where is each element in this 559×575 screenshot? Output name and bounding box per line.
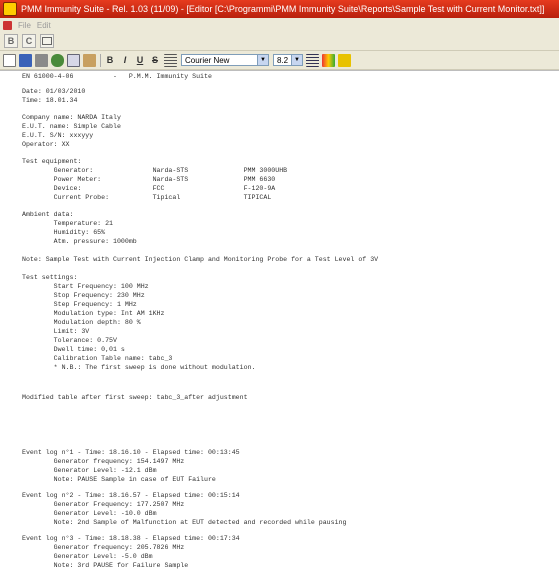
toolbar-separator — [100, 53, 101, 67]
strike-button[interactable]: S — [149, 54, 161, 67]
doc-line: Test equipment: — [22, 158, 82, 165]
save-icon[interactable] — [19, 53, 32, 67]
menu-bar: File Edit — [0, 18, 559, 32]
document-icon[interactable] — [3, 20, 12, 30]
doc-line: Humidity: 65% — [22, 229, 106, 236]
doc-line: Date: 01/03/2010 — [22, 88, 86, 95]
doc-line: Test settings: — [22, 274, 78, 281]
toolbar-window-button[interactable] — [40, 34, 54, 48]
doc-line: Event log n°2 - Time: 18.16.57 - Elapsed… — [22, 492, 240, 499]
toolbar-top: B C — [0, 32, 559, 51]
doc-line: Calibration Table name: tabc_3 — [22, 355, 173, 362]
list-icon[interactable] — [306, 53, 319, 67]
doc-line: Step Frequency: 1 MHz — [22, 301, 137, 308]
paste-icon[interactable] — [83, 53, 96, 67]
size-select-value: 8.2 — [277, 55, 289, 65]
doc-line: Modulation type: Int AM 1KHz — [22, 310, 165, 317]
title-bar: PMM Immunity Suite - Rel. 1.03 (11/09) -… — [0, 0, 559, 18]
doc-line: Note: Sample Test with Current Injection… — [22, 256, 379, 263]
toolbar-b-button[interactable]: B — [4, 34, 18, 48]
doc-line: Generator Frequency: 177.2507 MHz — [22, 501, 185, 508]
align-icon[interactable] — [164, 53, 177, 67]
doc-line: Atm. pressure: 1000mb — [22, 238, 137, 245]
window-title: PMM Immunity Suite - Rel. 1.03 (11/09) -… — [21, 4, 545, 14]
doc-line: Tolerance: 0.75V — [22, 337, 117, 344]
doc-line: Modulation depth: 80 % — [22, 319, 141, 326]
font-select[interactable]: Courier New ▼ — [181, 54, 269, 66]
doc-line: Limit: 3V — [22, 328, 90, 335]
doc-line: Device: FCC F-120-9A — [22, 185, 276, 192]
doc-line: Company name: NARDA Italy — [22, 114, 121, 121]
doc-line: Event log n°1 - Time: 18.16.10 - Elapsed… — [22, 449, 240, 456]
doc-line: Generator Level: -12.1 dBm — [22, 467, 157, 474]
doc-line: Note: 2nd Sample of Malfunction at EUT d… — [22, 519, 347, 526]
undo-icon[interactable] — [51, 53, 64, 67]
doc-line: * N.B.: The first sweep is done without … — [22, 364, 256, 371]
font-select-value: Courier New — [185, 55, 230, 65]
window-icon — [42, 37, 52, 45]
doc-line: Time: 18.01.34 — [22, 97, 78, 104]
doc-line: Event log n°3 - Time: 18.18.38 - Elapsed… — [22, 535, 240, 542]
doc-line: Generator Level: -5.0 dBm — [22, 553, 153, 560]
document-area[interactable]: EN 61000-4-06 - P.M.M. Immunity Suite Da… — [0, 70, 559, 575]
doc-line: Start Frequency: 100 MHz — [22, 283, 149, 290]
doc-line: Generator Level: -10.0 dBm — [22, 510, 157, 517]
doc-line: E.U.T. S/N: xxxyyy — [22, 132, 94, 139]
menu-file[interactable]: File — [18, 21, 31, 30]
doc-line: Generator frequency: 205.7826 MHz — [22, 544, 185, 551]
copy-icon[interactable] — [67, 53, 80, 67]
toolbar-c-button[interactable]: C — [22, 34, 36, 48]
italic-button[interactable]: I — [119, 54, 131, 67]
doc-line: Current Probe: Tipical TIPICAL — [22, 194, 272, 201]
doc-line: Dwell time: 0,01 s — [22, 346, 125, 353]
doc-line: Generator: Narda-STS PMM 3000UHB — [22, 167, 288, 174]
doc-line: Note: 3rd PAUSE for Failure Sample — [22, 562, 189, 569]
doc-line: Generator frequency: 154.1497 MHz — [22, 458, 185, 465]
doc-line: Power Meter: Narda-STS PMM 6630 — [22, 176, 276, 183]
doc-line: Ambient data: — [22, 211, 74, 218]
doc-line: Operator: XX — [22, 141, 70, 148]
doc-line: Temperature: 21 — [22, 220, 114, 227]
doc-line: E.U.T. name: Simple Cable — [22, 123, 121, 130]
bold-button[interactable]: B — [104, 54, 116, 67]
size-select[interactable]: 8.2 ▼ — [273, 54, 303, 66]
print-icon[interactable] — [35, 53, 48, 67]
menu-edit[interactable]: Edit — [37, 21, 51, 30]
doc-line: Stop Frequency: 230 MHz — [22, 292, 145, 299]
doc-line: EN 61000-4-06 - P.M.M. Immunity Suite — [22, 73, 212, 80]
doc-line: Note: PAUSE Sample in case of EUT Failur… — [22, 476, 216, 483]
underline-button[interactable]: U — [134, 54, 146, 67]
color-icon[interactable] — [322, 53, 335, 67]
app-icon — [3, 2, 17, 16]
chevron-down-icon: ▼ — [291, 55, 302, 65]
toolbar-format: B I U S Courier New ▼ 8.2 ▼ — [0, 51, 559, 70]
doc-line: Modified table after first sweep: tabc_3… — [22, 394, 248, 401]
new-file-icon[interactable] — [3, 53, 16, 67]
chevron-down-icon: ▼ — [257, 55, 268, 65]
highlight-icon[interactable] — [338, 53, 351, 67]
